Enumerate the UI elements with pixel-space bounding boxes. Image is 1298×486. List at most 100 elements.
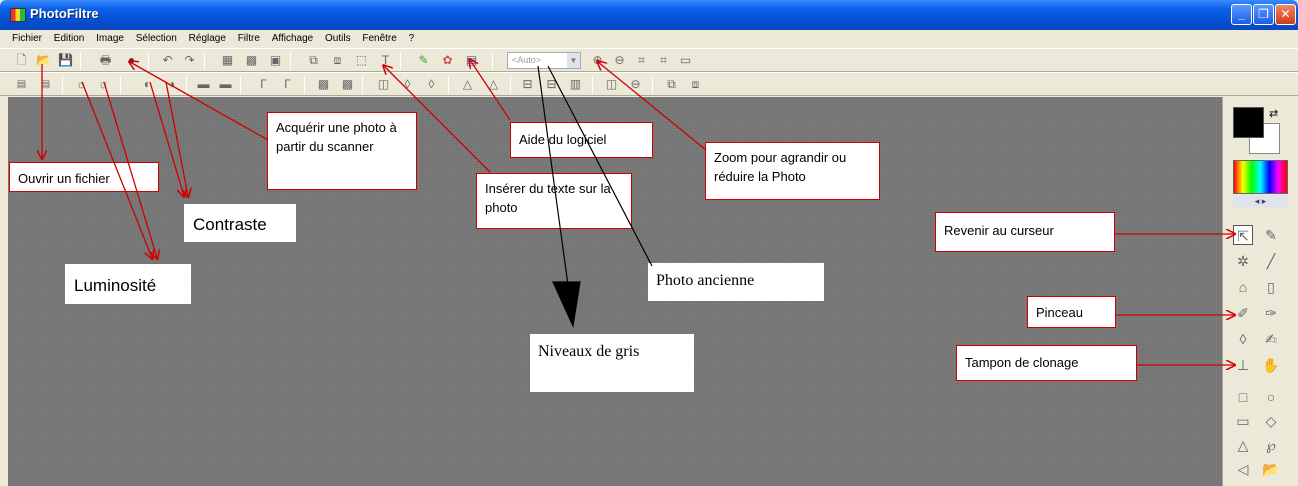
rectangle-tool-icon[interactable]: □: [1233, 387, 1253, 407]
copy-layer-icon[interactable]: ⧉: [664, 77, 679, 92]
callout-inserer-texte: Insérer du texte sur la photo: [476, 173, 632, 229]
help-icon[interactable]: ✿: [440, 53, 455, 68]
rotate-icon[interactable]: △: [486, 77, 501, 92]
diamond-tool-icon[interactable]: ◇: [1261, 411, 1281, 431]
gamma-minus-icon[interactable]: Γ: [256, 77, 271, 92]
chevron-down-icon[interactable]: ▼: [567, 53, 580, 68]
rounded-rect-tool-icon[interactable]: ▭: [1233, 411, 1253, 431]
layer-icon[interactable]: ◫: [604, 77, 619, 92]
zoom-select[interactable]: <Auto> ▼: [507, 52, 581, 69]
menu-selection[interactable]: Sélection: [136, 30, 177, 48]
ellipse-tool-icon[interactable]: ○: [1261, 387, 1281, 407]
new-file-icon[interactable]: 🗋: [14, 53, 29, 68]
toolbar-separator: [290, 52, 291, 70]
brightness-plus-icon[interactable]: ☼: [96, 77, 111, 92]
clone-stamp-tool-icon[interactable]: ⊥: [1233, 355, 1253, 375]
menu-help[interactable]: ?: [409, 30, 415, 48]
flip-icon[interactable]: △: [460, 77, 475, 92]
mirror-horizontal-icon[interactable]: ⊟: [520, 77, 535, 92]
auto-contrast-icon[interactable]: ▤: [38, 77, 53, 92]
toolbar-separator: [186, 76, 187, 94]
hand-tool-icon[interactable]: ✋: [1261, 355, 1281, 375]
triangle-tool-icon[interactable]: △: [1233, 435, 1253, 455]
line-tool-icon[interactable]: ╱: [1261, 251, 1281, 271]
open-shape-tool-icon[interactable]: 📂: [1261, 459, 1281, 479]
minimize-button[interactable]: _: [1231, 4, 1252, 25]
fill-tool-icon[interactable]: ⌂: [1233, 277, 1253, 297]
open-folder-icon[interactable]: 📂: [36, 53, 51, 68]
blur-tool-icon[interactable]: ◊: [1233, 329, 1253, 349]
magic-wand-tool-icon[interactable]: ✲: [1233, 251, 1253, 271]
spray-tool-icon[interactable]: ▯: [1261, 277, 1281, 297]
polygon-tool-icon[interactable]: ◁: [1233, 459, 1253, 479]
maximize-button[interactable]: ❐: [1253, 4, 1274, 25]
zoom-value: <Auto>: [512, 55, 542, 65]
mirror-vertical-icon[interactable]: ⊟: [544, 77, 559, 92]
redo-icon[interactable]: ↷: [182, 53, 197, 68]
menu-edition[interactable]: Edition: [54, 30, 85, 48]
fit-window-icon[interactable]: ⌗: [634, 53, 649, 68]
image-size-icon[interactable]: ▦: [220, 53, 235, 68]
swap-colors-icon[interactable]: ⇄: [1269, 107, 1278, 120]
mask-icon[interactable]: ⊖: [628, 77, 643, 92]
close-button[interactable]: ✕: [1275, 4, 1296, 25]
eyedropper-tool-icon[interactable]: ✎: [1261, 225, 1281, 245]
scanner-icon[interactable]: ●: [124, 53, 139, 68]
save-icon[interactable]: 💾: [58, 53, 73, 68]
window-title: PhotoFiltre: [30, 6, 99, 21]
selection-icon[interactable]: ⬚: [354, 53, 369, 68]
fullscreen-icon[interactable]: ▭: [678, 53, 693, 68]
toolbar-separator: [448, 76, 449, 94]
sepia-icon[interactable]: ▩: [340, 77, 355, 92]
window-icon[interactable]: ▤: [464, 53, 479, 68]
saturation-plus-icon[interactable]: ▬: [218, 77, 233, 92]
menu-affichage[interactable]: Affichage: [272, 30, 314, 48]
callout-revenir-curseur: Revenir au curseur: [935, 212, 1115, 252]
paste-icon[interactable]: ⧈: [330, 53, 345, 68]
soften-icon[interactable]: ◊: [424, 77, 439, 92]
advanced-brush-tool-icon[interactable]: ✑: [1261, 303, 1281, 323]
blur-icon[interactable]: ◫: [376, 77, 391, 92]
menu-reglage[interactable]: Réglage: [189, 30, 226, 48]
toolbar-separator: [304, 76, 305, 94]
crop-icon[interactable]: ▣: [268, 53, 283, 68]
foreground-color-swatch[interactable]: [1233, 107, 1264, 138]
menu-outils[interactable]: Outils: [325, 30, 351, 48]
transform-icon[interactable]: ▥: [568, 77, 583, 92]
brightness-minus-icon[interactable]: ☼: [74, 77, 89, 92]
title-bar: PhotoFiltre _ ❐ ✕: [0, 0, 1298, 30]
zoom-in-icon[interactable]: ⊕: [590, 53, 605, 68]
contrast-plus-icon[interactable]: ◑: [164, 77, 179, 92]
copy-icon[interactable]: ⧉: [306, 53, 321, 68]
zoom-out-icon[interactable]: ⊖: [612, 53, 627, 68]
sharpen-icon[interactable]: ◊: [400, 77, 415, 92]
menu-filtre[interactable]: Filtre: [238, 30, 260, 48]
text-icon[interactable]: T: [378, 53, 393, 68]
canvas-size-icon[interactable]: ▩: [244, 53, 259, 68]
print-icon[interactable]: 🖶: [98, 53, 113, 68]
toolbar-separator: [592, 76, 593, 94]
menu-fichier[interactable]: Fichier: [12, 30, 42, 48]
undo-icon[interactable]: ↶: [160, 53, 175, 68]
gamma-plus-icon[interactable]: Γ: [280, 77, 295, 92]
callout-zoom: Zoom pour agrandir ou réduire la Photo: [705, 142, 880, 200]
toolbar-separator: [240, 76, 241, 94]
callout-pinceau: Pinceau: [1027, 296, 1116, 328]
menu-image[interactable]: Image: [96, 30, 124, 48]
color-palette[interactable]: [1233, 160, 1288, 194]
paste-layer-icon[interactable]: ⧈: [688, 77, 703, 92]
saturation-minus-icon[interactable]: ▬: [196, 77, 211, 92]
contrast-minus-icon[interactable]: ◐: [140, 77, 155, 92]
toolbar-separator: [148, 52, 149, 70]
brush-tool-icon[interactable]: ✐: [1233, 303, 1253, 323]
cursor-tool-icon[interactable]: ⇱: [1233, 225, 1253, 245]
callout-aide: Aide du logiciel: [510, 122, 653, 158]
lasso-tool-icon[interactable]: ℘: [1261, 435, 1281, 455]
menu-fenetre[interactable]: Fenêtre: [362, 30, 396, 48]
auto-levels-icon[interactable]: ▤: [14, 77, 29, 92]
explorer-icon[interactable]: ✎: [416, 53, 431, 68]
smudge-tool-icon[interactable]: ✍: [1261, 329, 1281, 349]
palette-nav[interactable]: ◂ ▸: [1233, 195, 1288, 207]
grayscale-icon[interactable]: ▩: [316, 77, 331, 92]
actual-size-icon[interactable]: ⌗: [656, 53, 671, 68]
